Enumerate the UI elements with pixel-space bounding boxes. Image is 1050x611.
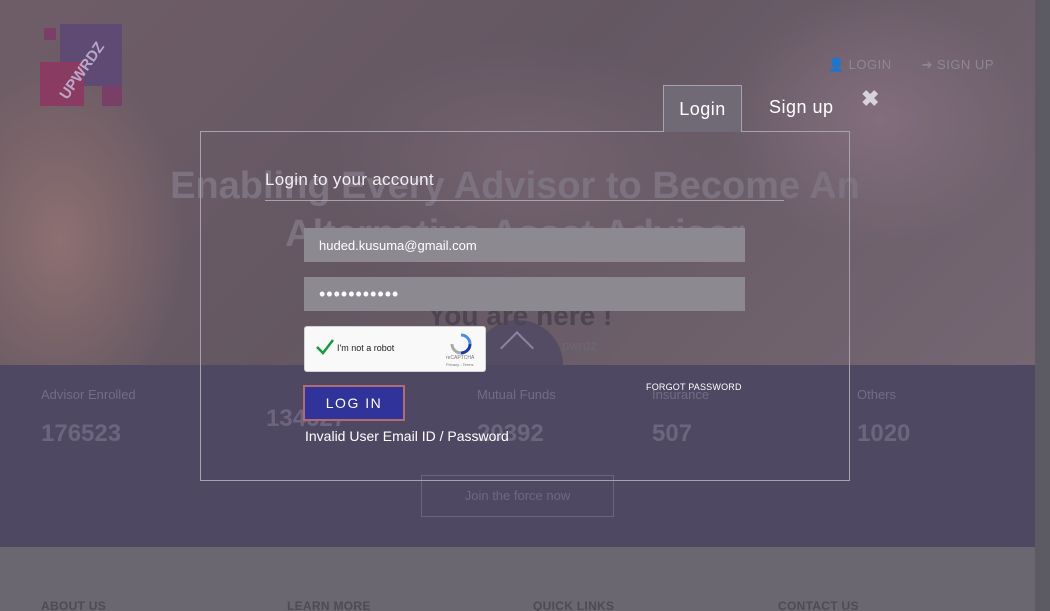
footer-quick-links: QUICK LINKS — [533, 599, 615, 611]
footer: ABOUT US LEARN MORE QUICK LINKS CONTACT … — [0, 547, 1035, 611]
stat-label: Others — [857, 387, 897, 402]
login-button[interactable]: LOG IN — [303, 385, 405, 421]
forgot-password-link[interactable]: FORGOT PASSWORD — [646, 382, 742, 392]
modal-heading: Login to your account — [265, 170, 784, 201]
nav-signup-link[interactable]: ➔ SIGN UP — [922, 57, 994, 73]
error-message: Invalid User Email ID / Password — [305, 428, 509, 444]
captcha-label: I'm not a robot — [337, 343, 395, 353]
upwrdz-logo: UPWRDZ — [40, 24, 122, 106]
recaptcha-widget[interactable]: I'm not a robot reCAPTCHA Privacy - Term… — [304, 326, 486, 372]
password-field[interactable] — [304, 277, 745, 311]
sign-in-icon: ➔ — [921, 57, 934, 72]
stat-label: Advisor Enrolled — [41, 387, 136, 402]
tab-signup[interactable]: Sign up — [769, 97, 834, 118]
stat-value: 1020 — [857, 420, 911, 447]
join-button[interactable]: Join the force now — [421, 475, 614, 517]
nav-signup-label: SIGN UP — [937, 57, 994, 72]
stat-others: Others 1020 — [857, 387, 910, 448]
footer-learn-more: LEARN MORE — [287, 599, 371, 611]
scrollbar[interactable] — [1035, 0, 1050, 611]
recaptcha-logo-icon — [450, 333, 472, 355]
checkmark-icon[interactable] — [315, 337, 335, 357]
email-field[interactable] — [304, 228, 745, 262]
top-nav: 👤 LOGIN ➔ SIGN UP — [828, 57, 994, 73]
captcha-brand: reCAPTCHA — [446, 355, 475, 361]
nav-login-label: LOGIN — [848, 57, 892, 72]
footer-about-us: ABOUT US — [41, 599, 107, 611]
footer-contact-us: CONTACT US — [778, 599, 859, 611]
close-icon[interactable]: ✖ — [861, 86, 879, 112]
stat-value: 176523 — [41, 420, 122, 447]
nav-login-link[interactable]: 👤 LOGIN — [828, 57, 892, 73]
stat-advisors: Advisor Enrolled 176523 — [41, 387, 136, 448]
tab-login[interactable]: Login — [663, 85, 742, 132]
captcha-terms[interactable]: Privacy - Terms — [446, 362, 473, 367]
user-icon: 👤 — [827, 57, 845, 72]
